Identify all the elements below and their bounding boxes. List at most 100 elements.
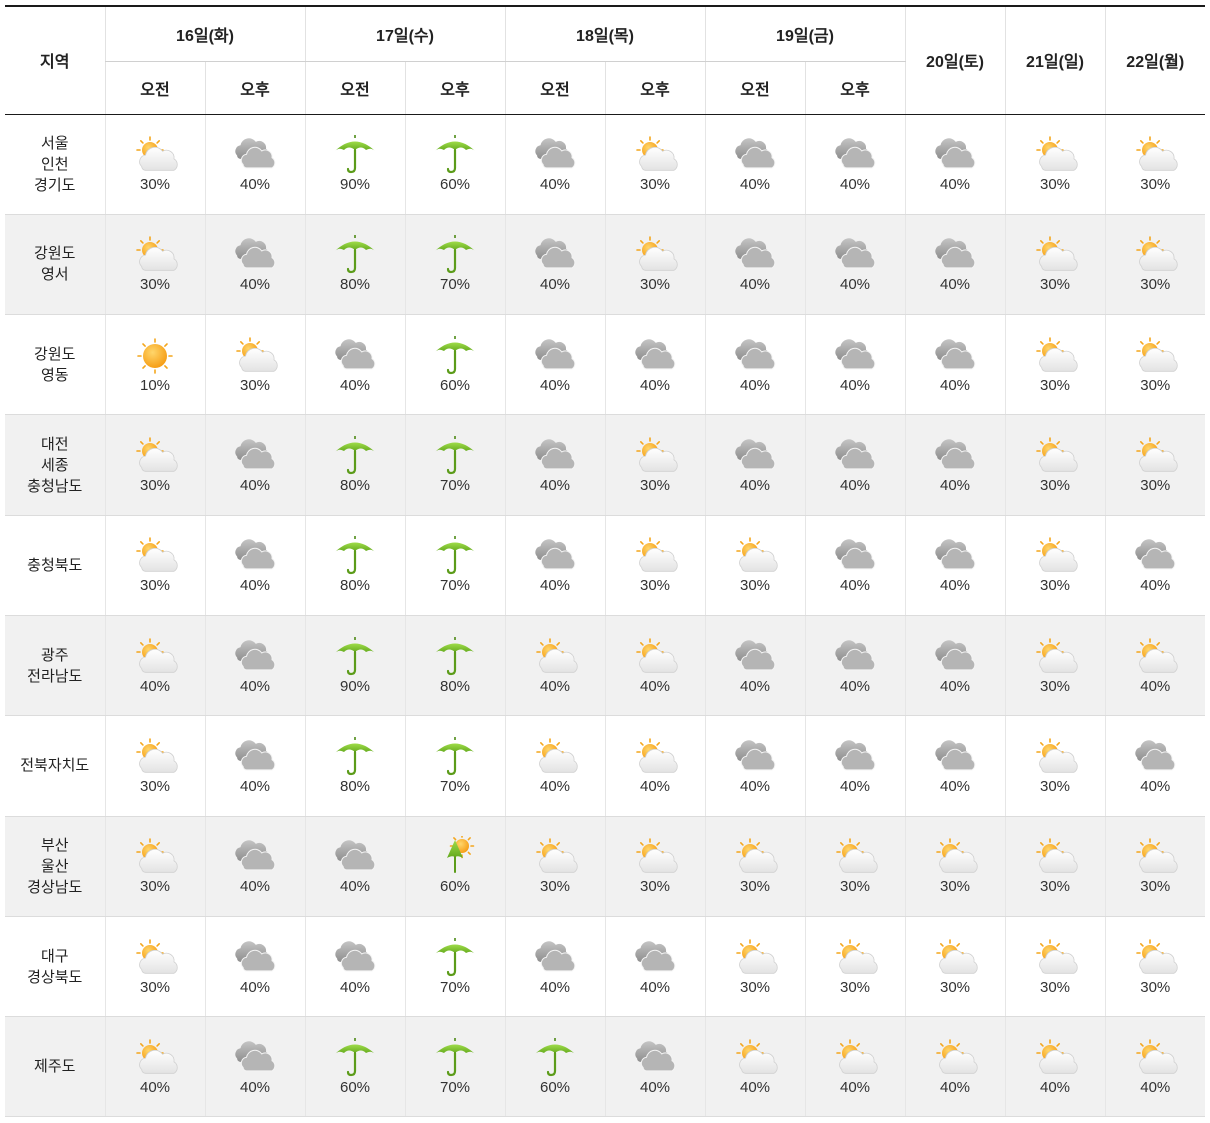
precipitation-probability: 40% bbox=[239, 777, 271, 795]
precipitation-probability: 40% bbox=[839, 176, 871, 194]
partly-cloudy-icon bbox=[530, 736, 580, 778]
forecast-cell: 40% bbox=[1004, 1016, 1105, 1118]
region-name-line: 울산 bbox=[40, 857, 69, 875]
cloudy-icon bbox=[530, 335, 580, 377]
partly-cloudy-icon bbox=[930, 1037, 980, 1079]
cloudy-icon bbox=[930, 335, 980, 377]
forecast-cell: 30% bbox=[104, 816, 205, 917]
cloudy-icon bbox=[530, 435, 580, 477]
precipitation-probability: 40% bbox=[739, 376, 771, 394]
forecast-cell: 70% bbox=[404, 916, 505, 1018]
region-column-header: 지역 bbox=[5, 5, 105, 115]
partly-cloudy-icon bbox=[1030, 435, 1080, 477]
cloudy-icon bbox=[230, 234, 280, 276]
precipitation-probability: 30% bbox=[1039, 878, 1071, 896]
forecast-cell: 40% bbox=[304, 816, 405, 917]
date-header: 22일(월) bbox=[1104, 5, 1205, 115]
forecast-cell: 40% bbox=[704, 414, 805, 516]
umbrella-icon bbox=[330, 736, 380, 778]
precipitation-probability: 70% bbox=[439, 276, 471, 294]
precipitation-probability: 40% bbox=[239, 577, 271, 595]
precipitation-probability: 30% bbox=[639, 176, 671, 194]
precipitation-probability: 30% bbox=[539, 878, 571, 896]
forecast-cell: 30% bbox=[104, 114, 205, 215]
forecast-cell: 30% bbox=[904, 916, 1005, 1018]
forecast-cell: 70% bbox=[404, 515, 505, 616]
precipitation-probability: 40% bbox=[339, 376, 371, 394]
precipitation-probability: 40% bbox=[139, 677, 171, 695]
precipitation-probability: 30% bbox=[1039, 677, 1071, 695]
precipitation-probability: 30% bbox=[139, 577, 171, 595]
table-row: 대구 경상북도 30% 40% 40% 70% 40% 40% 30% 30% … bbox=[5, 916, 1205, 1018]
precipitation-probability: 30% bbox=[139, 978, 171, 996]
table-body: 서울 인천 경기도 30% 40% 90% 60% 40% 30% 40% 40… bbox=[5, 114, 1205, 1118]
precipitation-probability: 40% bbox=[739, 1078, 771, 1096]
partly-cloudy-icon bbox=[1130, 1037, 1180, 1079]
precipitation-probability: 70% bbox=[439, 777, 471, 795]
forecast-cell: 80% bbox=[304, 214, 405, 316]
region-name-line: 경기도 bbox=[34, 176, 76, 194]
region-name: 서울 인천 경기도 bbox=[5, 114, 105, 215]
precipitation-probability: 60% bbox=[439, 376, 471, 394]
precipitation-probability: 80% bbox=[339, 477, 371, 495]
forecast-cell: 40% bbox=[604, 1016, 705, 1118]
cloudy-icon bbox=[330, 937, 380, 979]
forecast-cell: 30% bbox=[1004, 816, 1105, 917]
cloudy-icon bbox=[730, 636, 780, 678]
cloudy-icon bbox=[630, 937, 680, 979]
region-name-line: 전북자치도 bbox=[20, 757, 90, 775]
partly-cloudy-icon bbox=[630, 134, 680, 176]
cloudy-icon bbox=[230, 1037, 280, 1079]
forecast-cell: 40% bbox=[104, 615, 205, 717]
partly-cloudy-icon bbox=[830, 1037, 880, 1079]
forecast-cell: 60% bbox=[404, 114, 505, 215]
precipitation-probability: 40% bbox=[539, 777, 571, 795]
cloudy-icon bbox=[1130, 535, 1180, 577]
cloudy-icon bbox=[930, 435, 980, 477]
precipitation-probability: 90% bbox=[339, 677, 371, 695]
precipitation-probability: 40% bbox=[839, 477, 871, 495]
precipitation-probability: 70% bbox=[439, 577, 471, 595]
forecast-cell: 40% bbox=[504, 114, 605, 215]
precipitation-probability: 30% bbox=[1039, 176, 1071, 194]
region-name-line: 부산 bbox=[40, 836, 69, 854]
precipitation-probability: 40% bbox=[639, 677, 671, 695]
partly-cloudy-icon bbox=[730, 535, 780, 577]
precipitation-probability: 30% bbox=[139, 878, 171, 896]
umbrella-sun-icon bbox=[430, 836, 480, 878]
forecast-cell: 30% bbox=[204, 314, 305, 416]
partly-cloudy-icon bbox=[1130, 836, 1180, 878]
forecast-cell: 30% bbox=[1004, 114, 1105, 215]
umbrella-icon bbox=[430, 636, 480, 678]
region-name-line: 충청남도 bbox=[27, 477, 83, 495]
precipitation-probability: 30% bbox=[1140, 276, 1171, 294]
table-row: 충청북도 30% 40% 80% 70% 40% 30% 30% 40% 40%… bbox=[5, 515, 1205, 616]
precipitation-probability: 40% bbox=[939, 176, 971, 194]
region-name-line: 경상남도 bbox=[27, 878, 83, 896]
forecast-cell: 40% bbox=[204, 916, 305, 1018]
forecast-cell: 40% bbox=[904, 615, 1005, 717]
forecast-cell: 40% bbox=[904, 1016, 1005, 1118]
umbrella-icon bbox=[430, 234, 480, 276]
precipitation-probability: 40% bbox=[839, 376, 871, 394]
precipitation-probability: 40% bbox=[839, 777, 871, 795]
table-header: 지역 16일(화) 17일(수) 18일(목) 19일(금) 20일(토) 21일(일) 2… bbox=[5, 5, 1205, 115]
precipitation-probability: 40% bbox=[239, 978, 271, 996]
partly-cloudy-icon bbox=[1130, 435, 1180, 477]
region-name: 부산울산경상남도 bbox=[5, 816, 105, 917]
forecast-cell: 40% bbox=[604, 615, 705, 717]
forecast-cell: 40% bbox=[104, 1016, 205, 1118]
forecast-cell: 70% bbox=[404, 1016, 505, 1118]
forecast-cell: 40% bbox=[204, 1016, 305, 1118]
cloudy-icon bbox=[930, 234, 980, 276]
precipitation-probability: 30% bbox=[1039, 777, 1071, 795]
region-name: 강원도 영동 bbox=[5, 314, 105, 416]
forecast-cell: 30% bbox=[604, 515, 705, 616]
forecast-cell: 40% bbox=[804, 515, 905, 616]
forecast-cell: 40% bbox=[904, 715, 1005, 817]
table-row: 강원도 영동 10% 30% 40% 60% 40% 40% 40% 40% 4… bbox=[5, 314, 1205, 416]
precipitation-probability: 40% bbox=[539, 176, 571, 194]
precipitation-probability: 40% bbox=[639, 777, 671, 795]
precipitation-probability: 40% bbox=[1140, 1078, 1171, 1096]
partly-cloudy-icon bbox=[1030, 836, 1080, 878]
